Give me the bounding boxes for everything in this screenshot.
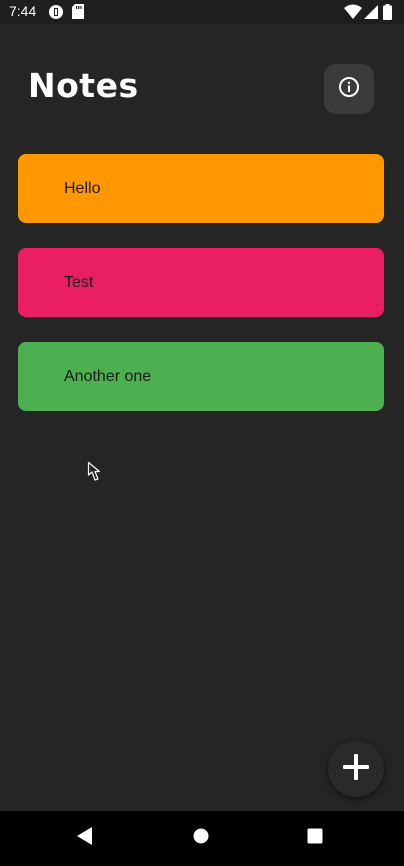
note-card[interactable]: Hello	[18, 154, 384, 223]
battery-icon	[383, 4, 392, 24]
recents-icon[interactable]	[307, 828, 323, 848]
page-title: Notes	[28, 66, 139, 105]
app-notification-icon	[48, 4, 64, 24]
sd-card-icon	[72, 4, 84, 23]
cellular-signal-icon	[364, 4, 378, 24]
mouse-pointer-icon	[87, 461, 101, 487]
status-time: 7:44	[9, 3, 37, 19]
notes-app-screen: 7:44 Notes Hello Test Another one	[0, 0, 404, 866]
note-title: Hello	[64, 179, 101, 197]
plus-icon	[341, 752, 371, 786]
info-icon	[337, 75, 361, 103]
note-title: Another one	[64, 367, 152, 385]
note-card[interactable]: Test	[18, 248, 384, 317]
back-icon[interactable]	[76, 826, 94, 850]
add-note-button[interactable]	[328, 741, 384, 797]
note-title: Test	[64, 273, 94, 291]
info-button[interactable]	[324, 64, 374, 114]
wifi-icon	[344, 4, 362, 24]
note-card[interactable]: Another one	[18, 342, 384, 411]
status-bar: 7:44	[0, 0, 404, 24]
system-navigation-bar	[0, 811, 404, 866]
home-icon[interactable]	[193, 828, 209, 848]
